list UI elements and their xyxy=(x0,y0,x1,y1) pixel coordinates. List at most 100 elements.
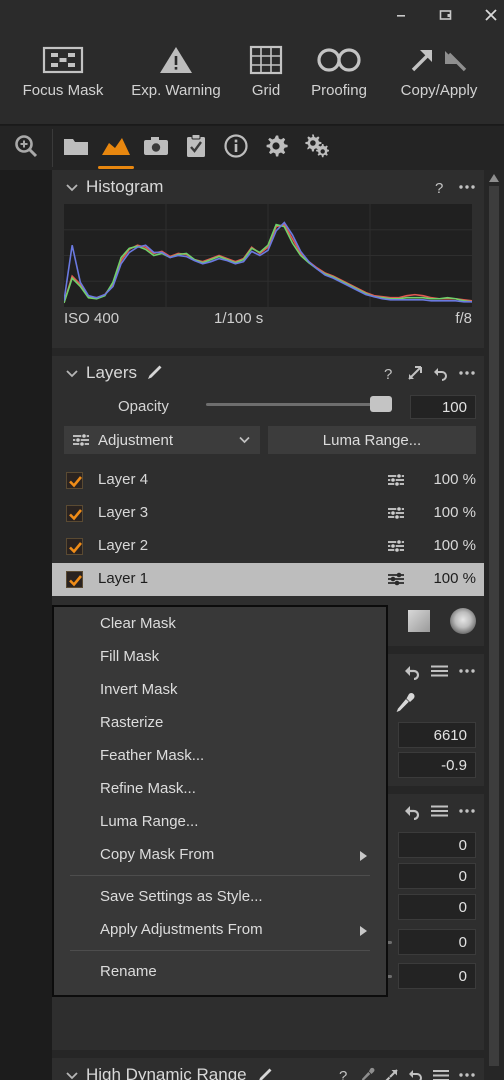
exposure-value-2[interactable]: 0 xyxy=(398,863,476,889)
layer-opacity-percent: 100 % xyxy=(433,471,476,488)
help-icon[interactable]: ? xyxy=(434,179,449,196)
toolbar-item-proofing[interactable]: Proofing xyxy=(296,38,382,118)
table-row[interactable]: Layer 1 100 % xyxy=(52,563,484,596)
brush-icon[interactable] xyxy=(145,364,163,382)
eyedropper-icon[interactable] xyxy=(360,1067,376,1080)
reset-icon[interactable] xyxy=(403,803,421,820)
tab-batch-settings[interactable] xyxy=(296,126,336,170)
reset-icon[interactable] xyxy=(407,1067,424,1080)
scroll-up-button[interactable] xyxy=(487,172,501,184)
layer-visibility-checkbox[interactable] xyxy=(66,505,83,522)
toolbar-item-grid[interactable]: Grid xyxy=(238,38,294,118)
menu-item-label: Fill Mask xyxy=(100,648,160,665)
luma-range-button[interactable]: Luma Range... xyxy=(268,426,476,454)
histogram-shutter: 1/100 s xyxy=(214,310,264,327)
table-row[interactable]: Layer 4 100 % xyxy=(52,464,484,497)
saturation-value[interactable]: 0 xyxy=(398,963,476,989)
toolbar-item-exp-warning[interactable]: Exp. Warning xyxy=(118,38,234,118)
exposure-value-3[interactable]: 0 xyxy=(398,894,476,920)
menu-icon[interactable] xyxy=(430,664,449,678)
layer-visibility-checkbox[interactable] xyxy=(66,472,83,489)
layer-type-value: Adjustment xyxy=(98,431,174,449)
menu-item-luma-range[interactable]: Luma Range... xyxy=(54,805,386,838)
histogram-aperture: f/8 xyxy=(455,310,472,327)
tab-library[interactable] xyxy=(56,126,96,170)
square-brush-icon[interactable] xyxy=(408,610,430,632)
menu-item-fill-mask[interactable]: Fill Mask xyxy=(54,640,386,673)
tab-metadata[interactable] xyxy=(176,126,216,170)
opacity-value-field[interactable]: 100 xyxy=(410,395,476,419)
tab-settings[interactable] xyxy=(256,126,296,170)
exposure-value-1[interactable]: 0 xyxy=(398,832,476,858)
menu-item-clear-mask[interactable]: Clear Mask xyxy=(54,607,386,640)
sliders-icon[interactable] xyxy=(387,572,406,591)
menu-icon[interactable] xyxy=(432,1069,450,1080)
menu-icon[interactable] xyxy=(430,804,449,818)
clipboard-check-icon xyxy=(185,133,207,163)
reset-icon[interactable] xyxy=(432,365,449,381)
hdr-panel-header[interactable]: High Dynamic Range ? xyxy=(52,1058,484,1080)
kelvin-field[interactable]: 6610 xyxy=(398,722,476,748)
layers-header-icons: ? xyxy=(384,356,476,390)
toolbar-item-focus-mask[interactable]: Focus Mask xyxy=(10,38,116,118)
layer-visibility-checkbox[interactable] xyxy=(66,538,83,555)
toolbar-label-focus-mask: Focus Mask xyxy=(22,82,104,99)
toolbar-item-copy-apply[interactable]: Copy/Apply xyxy=(382,38,496,118)
sliders-icon[interactable] xyxy=(387,539,406,558)
chevron-down-icon[interactable] xyxy=(64,179,80,195)
panel-scrollbar[interactable] xyxy=(484,170,504,1080)
opacity-slider-track[interactable] xyxy=(206,403,392,406)
close-button[interactable] xyxy=(468,0,504,30)
layer-opacity-percent: 100 % xyxy=(433,504,476,521)
scrollbar-thumb[interactable] xyxy=(489,186,499,1066)
brightness-value[interactable]: 0 xyxy=(398,929,476,955)
reset-icon[interactable] xyxy=(403,663,421,680)
menu-item-invert-mask[interactable]: Invert Mask xyxy=(54,673,386,706)
soft-round-brush-icon[interactable] xyxy=(450,608,476,634)
opacity-label: Opacity xyxy=(118,398,169,415)
chevron-down-icon[interactable] xyxy=(64,1067,80,1080)
menu-item-rasterize[interactable]: Rasterize xyxy=(54,706,386,739)
opacity-slider-knob[interactable] xyxy=(370,396,392,412)
minimize-button[interactable] xyxy=(378,0,424,30)
table-row[interactable]: Layer 2 100 % xyxy=(52,530,484,563)
proofing-glasses-icon xyxy=(315,38,363,82)
tint-field[interactable]: -0.9 xyxy=(398,752,476,778)
menu-item-refine-mask[interactable]: Refine Mask... xyxy=(54,772,386,805)
layers-panel: Layers ? Opacity 100 Adjustment Luma Ran… xyxy=(52,356,484,646)
sliders-icon[interactable] xyxy=(387,506,406,525)
expand-icon[interactable] xyxy=(384,1068,399,1080)
chevron-down-icon[interactable] xyxy=(64,365,80,381)
help-icon[interactable]: ? xyxy=(384,365,398,382)
layer-visibility-checkbox[interactable] xyxy=(66,571,83,588)
menu-item-rename[interactable]: Rename xyxy=(54,955,386,988)
histogram-panel-header[interactable]: Histogram ? xyxy=(52,170,484,204)
layer-type-select[interactable]: Adjustment xyxy=(64,426,260,454)
layers-panel-header[interactable]: Layers ? xyxy=(52,356,484,390)
menu-separator xyxy=(70,950,370,951)
brush-icon[interactable] xyxy=(256,1067,273,1080)
menu-item-copy-mask-from[interactable]: Copy Mask From xyxy=(54,838,386,871)
more-options-icon[interactable] xyxy=(458,1072,476,1078)
chevron-down-icon[interactable] xyxy=(237,432,252,451)
eyedropper-icon[interactable] xyxy=(394,692,416,721)
more-options-icon[interactable] xyxy=(458,668,476,674)
menu-item-apply-adjustments-from[interactable]: Apply Adjustments From xyxy=(54,913,386,946)
more-options-icon[interactable] xyxy=(458,184,476,190)
sliders-icon[interactable] xyxy=(387,473,406,492)
table-row[interactable]: Layer 3 100 % xyxy=(52,497,484,530)
help-icon[interactable]: ? xyxy=(339,1067,352,1080)
tab-adjustments[interactable] xyxy=(96,126,136,170)
menu-item-feather-mask[interactable]: Feather Mask... xyxy=(54,739,386,772)
chevron-right-icon xyxy=(359,924,368,941)
expand-icon[interactable] xyxy=(407,365,423,381)
more-options-icon[interactable] xyxy=(458,370,476,376)
more-options-icon[interactable] xyxy=(458,808,476,814)
tab-camera[interactable] xyxy=(136,126,176,170)
zoom-in-button[interactable] xyxy=(0,126,52,170)
restore-button[interactable] xyxy=(424,0,470,30)
menu-item-save-settings-as-style[interactable]: Save Settings as Style... xyxy=(54,880,386,913)
tab-info[interactable] xyxy=(216,126,256,170)
panel-tab-row xyxy=(0,126,504,170)
camera-icon xyxy=(143,135,169,162)
